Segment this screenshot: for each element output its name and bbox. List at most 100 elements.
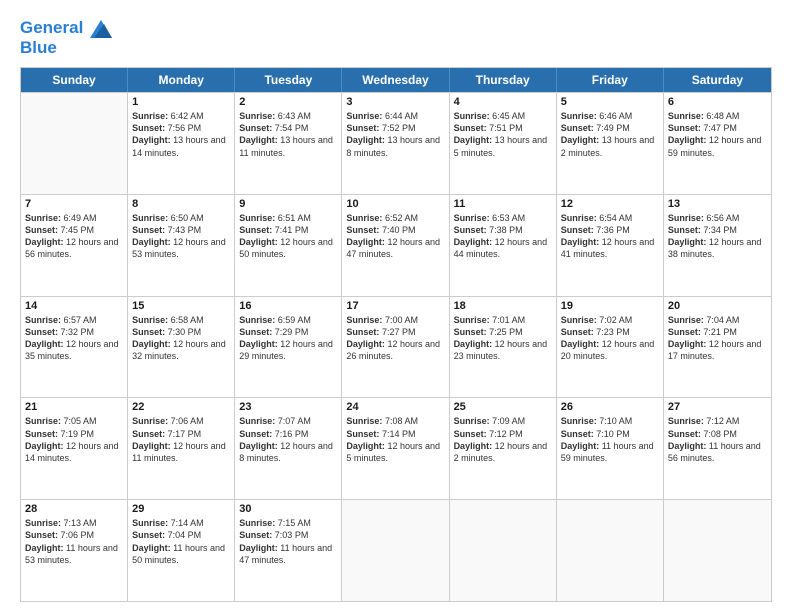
sunrise-label: Sunrise: [561,315,600,325]
cell-info: Sunrise: 6:46 AM Sunset: 7:49 PM Dayligh… [561,110,659,159]
cell-info: Sunrise: 7:02 AM Sunset: 7:23 PM Dayligh… [561,314,659,363]
cell-info: Sunrise: 7:07 AM Sunset: 7:16 PM Dayligh… [239,415,337,464]
logo-general: General [20,18,83,37]
sunset-label: Sunset: [132,225,168,235]
day-number: 21 [25,401,123,413]
calendar-body: 1 Sunrise: 6:42 AM Sunset: 7:56 PM Dayli… [21,92,771,601]
logo-text: General [20,18,112,38]
cell-info: Sunrise: 7:10 AM Sunset: 7:10 PM Dayligh… [561,415,659,464]
cell-info: Sunrise: 6:49 AM Sunset: 7:45 PM Dayligh… [25,212,123,261]
daylight-label: Daylight: [454,237,495,247]
sunset-label: Sunset: [668,123,704,133]
cell-2-3: 9 Sunrise: 6:51 AM Sunset: 7:41 PM Dayli… [235,195,342,296]
cell-info: Sunrise: 6:53 AM Sunset: 7:38 PM Dayligh… [454,212,552,261]
sunrise-label: Sunrise: [25,416,64,426]
cell-3-4: 17 Sunrise: 7:00 AM Sunset: 7:27 PM Dayl… [342,297,449,398]
sunrise-label: Sunrise: [132,213,171,223]
cell-info: Sunrise: 6:48 AM Sunset: 7:47 PM Dayligh… [668,110,767,159]
cell-info: Sunrise: 7:00 AM Sunset: 7:27 PM Dayligh… [346,314,444,363]
cell-4-1: 21 Sunrise: 7:05 AM Sunset: 7:19 PM Dayl… [21,398,128,499]
cell-3-5: 18 Sunrise: 7:01 AM Sunset: 7:25 PM Dayl… [450,297,557,398]
day-number: 11 [454,198,552,210]
week-row-1: 1 Sunrise: 6:42 AM Sunset: 7:56 PM Dayli… [21,92,771,194]
day-number: 19 [561,300,659,312]
header-wednesday: Wednesday [342,68,449,92]
sunrise-label: Sunrise: [132,315,171,325]
sunset-label: Sunset: [132,429,168,439]
sunset-label: Sunset: [454,123,490,133]
cell-2-6: 12 Sunrise: 6:54 AM Sunset: 7:36 PM Dayl… [557,195,664,296]
header: General Blue [20,18,772,57]
cell-4-7: 27 Sunrise: 7:12 AM Sunset: 7:08 PM Dayl… [664,398,771,499]
cell-info: Sunrise: 6:44 AM Sunset: 7:52 PM Dayligh… [346,110,444,159]
day-number: 25 [454,401,552,413]
cell-5-7 [664,500,771,601]
sunset-label: Sunset: [668,225,704,235]
daylight-label: Daylight: [454,135,495,145]
cell-info: Sunrise: 6:54 AM Sunset: 7:36 PM Dayligh… [561,212,659,261]
daylight-label: Daylight: [454,441,495,451]
day-number: 5 [561,96,659,108]
cell-info: Sunrise: 6:45 AM Sunset: 7:51 PM Dayligh… [454,110,552,159]
sunrise-label: Sunrise: [239,416,278,426]
cell-2-4: 10 Sunrise: 6:52 AM Sunset: 7:40 PM Dayl… [342,195,449,296]
day-number: 28 [25,503,123,515]
day-number: 4 [454,96,552,108]
cell-info: Sunrise: 6:42 AM Sunset: 7:56 PM Dayligh… [132,110,230,159]
cell-5-6 [557,500,664,601]
daylight-label: Daylight: [239,543,280,553]
daylight-label: Daylight: [132,135,173,145]
day-number: 16 [239,300,337,312]
daylight-label: Daylight: [25,237,66,247]
cell-info: Sunrise: 6:50 AM Sunset: 7:43 PM Dayligh… [132,212,230,261]
header-friday: Friday [557,68,664,92]
cell-3-6: 19 Sunrise: 7:02 AM Sunset: 7:23 PM Dayl… [557,297,664,398]
day-number: 9 [239,198,337,210]
cell-info: Sunrise: 7:14 AM Sunset: 7:04 PM Dayligh… [132,517,230,566]
day-number: 23 [239,401,337,413]
cell-1-7: 6 Sunrise: 6:48 AM Sunset: 7:47 PM Dayli… [664,93,771,194]
cell-4-5: 25 Sunrise: 7:09 AM Sunset: 7:12 PM Dayl… [450,398,557,499]
daylight-label: Daylight: [239,135,280,145]
day-number: 6 [668,96,767,108]
cell-3-2: 15 Sunrise: 6:58 AM Sunset: 7:30 PM Dayl… [128,297,235,398]
day-number: 22 [132,401,230,413]
cell-2-1: 7 Sunrise: 6:49 AM Sunset: 7:45 PM Dayli… [21,195,128,296]
sunset-label: Sunset: [25,327,61,337]
sunset-label: Sunset: [346,327,382,337]
daylight-label: Daylight: [132,339,173,349]
sunrise-label: Sunrise: [561,213,600,223]
sunset-label: Sunset: [132,530,168,540]
day-number: 18 [454,300,552,312]
cell-5-3: 30 Sunrise: 7:15 AM Sunset: 7:03 PM Dayl… [235,500,342,601]
header-sunday: Sunday [21,68,128,92]
sunrise-label: Sunrise: [668,416,707,426]
sunset-label: Sunset: [132,327,168,337]
daylight-label: Daylight: [132,543,173,553]
daylight-label: Daylight: [561,339,602,349]
sunrise-label: Sunrise: [454,416,493,426]
daylight-label: Daylight: [668,441,709,451]
sunrise-label: Sunrise: [668,111,707,121]
daylight-label: Daylight: [346,135,387,145]
logo-icon [90,20,112,38]
sunset-label: Sunset: [132,123,168,133]
day-number: 27 [668,401,767,413]
cell-info: Sunrise: 6:43 AM Sunset: 7:54 PM Dayligh… [239,110,337,159]
sunrise-label: Sunrise: [346,213,385,223]
day-number: 12 [561,198,659,210]
daylight-label: Daylight: [561,237,602,247]
day-number: 13 [668,198,767,210]
cell-info: Sunrise: 7:15 AM Sunset: 7:03 PM Dayligh… [239,517,337,566]
sunset-label: Sunset: [668,429,704,439]
cell-info: Sunrise: 6:57 AM Sunset: 7:32 PM Dayligh… [25,314,123,363]
calendar-header: Sunday Monday Tuesday Wednesday Thursday… [21,68,771,92]
sunrise-label: Sunrise: [239,213,278,223]
cell-3-1: 14 Sunrise: 6:57 AM Sunset: 7:32 PM Dayl… [21,297,128,398]
header-monday: Monday [128,68,235,92]
sunset-label: Sunset: [454,225,490,235]
daylight-label: Daylight: [239,339,280,349]
cell-1-1 [21,93,128,194]
daylight-label: Daylight: [132,237,173,247]
cell-info: Sunrise: 7:13 AM Sunset: 7:06 PM Dayligh… [25,517,123,566]
